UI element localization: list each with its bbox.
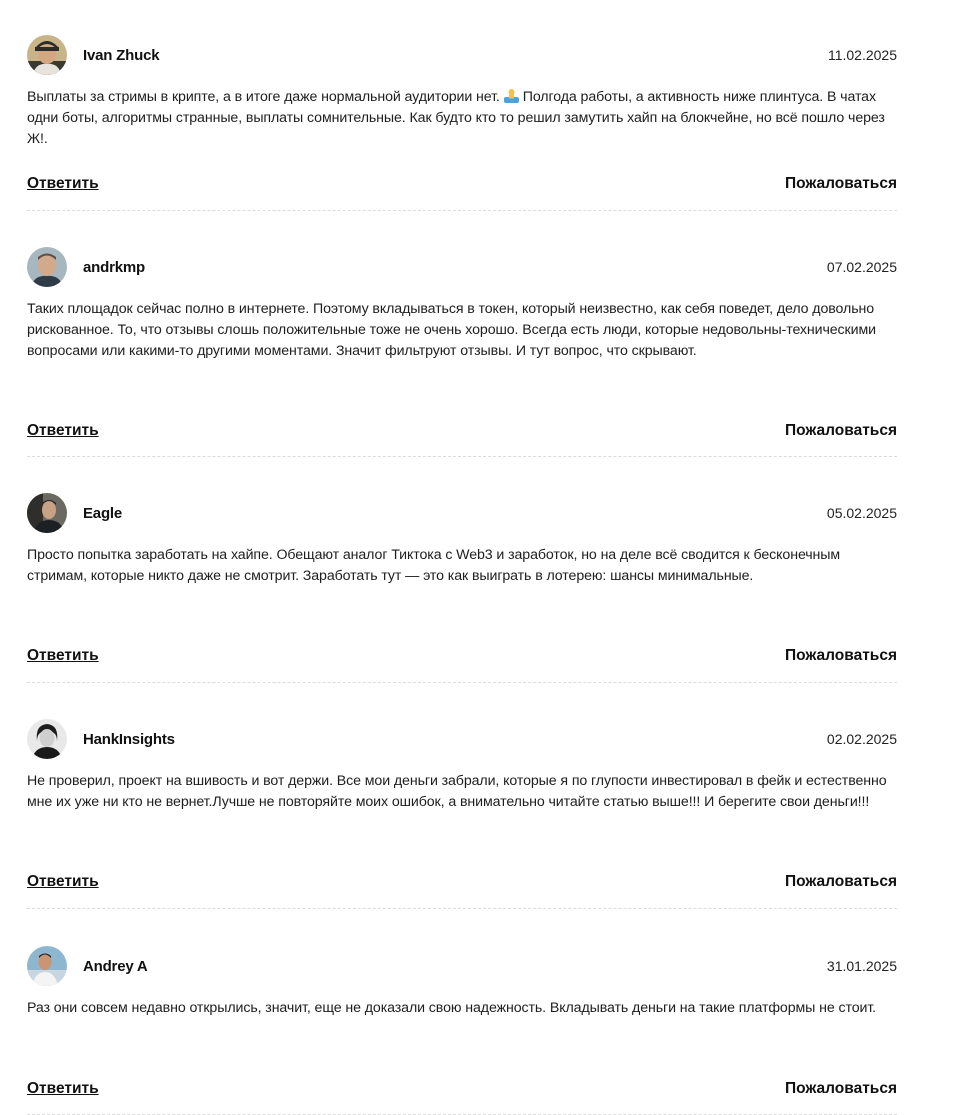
comment-text-part: Выплаты за стримы в крипте, а в итоге да…: [27, 89, 500, 105]
comment-header: andrkmp 07.02.2025: [27, 246, 897, 288]
avatar[interactable]: [27, 493, 67, 533]
comments-list: Ivan Zhuck 11.02.2025 Выплаты за стримы …: [27, 0, 897, 1115]
report-link[interactable]: Пожаловаться: [785, 175, 897, 193]
comment-header: HankInsights 02.02.2025: [27, 718, 897, 760]
reply-link[interactable]: Ответить: [27, 175, 99, 193]
comment-date: 11.02.2025: [827, 47, 897, 63]
comment-actions: Ответить Пожаловаться: [27, 420, 897, 442]
avatar[interactable]: [27, 35, 67, 75]
comment-header: Eagle 05.02.2025: [27, 492, 897, 534]
comment-date: 02.02.2025: [826, 731, 897, 747]
avatar[interactable]: [27, 247, 67, 287]
comment-author[interactable]: HankInsights: [83, 731, 175, 748]
comment-author[interactable]: Eagle: [83, 505, 122, 522]
comment-text: Таких площадок сейчас полно в интернете.…: [27, 301, 876, 359]
comment-actions: Ответить Пожаловаться: [27, 1078, 897, 1100]
comment-header: Ivan Zhuck 11.02.2025: [27, 34, 897, 76]
report-link[interactable]: Пожаловаться: [785, 647, 897, 665]
report-link[interactable]: Пожаловаться: [785, 422, 897, 440]
avatar[interactable]: [27, 946, 67, 986]
person-in-water-emoji-icon: [503, 88, 519, 103]
reply-link[interactable]: Ответить: [27, 422, 99, 440]
comment-item: Eagle 05.02.2025 Просто попытка заработа…: [27, 492, 897, 683]
comment-date: 05.02.2025: [826, 505, 897, 521]
comment-author[interactable]: Andrey A: [83, 958, 148, 975]
comment-date: 31.01.2025: [826, 958, 897, 974]
comment-item: HankInsights 02.02.2025 Не проверил, про…: [27, 718, 897, 909]
comment-text: Раз они совсем недавно открылись, значит…: [27, 1000, 876, 1016]
comment-text: Не проверил, проект на вшивость и вот де…: [27, 773, 887, 810]
comment-actions: Ответить Пожаловаться: [27, 173, 897, 195]
comment-author[interactable]: andrkmp: [83, 259, 145, 276]
comment-text: Выплаты за стримы в крипте, а в итоге да…: [27, 87, 897, 150]
comment-header: Andrey A 31.01.2025: [27, 945, 897, 987]
comment-actions: Ответить Пожаловаться: [27, 871, 897, 893]
comment-date: 07.02.2025: [826, 259, 897, 275]
avatar[interactable]: [27, 719, 67, 759]
reply-link[interactable]: Ответить: [27, 873, 99, 891]
comment-author[interactable]: Ivan Zhuck: [83, 47, 160, 64]
report-link[interactable]: Пожаловаться: [785, 1080, 897, 1098]
comment-text: Просто попытка заработать на хайпе. Обещ…: [27, 547, 841, 584]
comment-item: Ivan Zhuck 11.02.2025 Выплаты за стримы …: [27, 34, 897, 211]
reply-link[interactable]: Ответить: [27, 1080, 99, 1098]
comment-item: andrkmp 07.02.2025 Таких площадок сейчас…: [27, 246, 897, 457]
reply-link[interactable]: Ответить: [27, 647, 99, 665]
comment-item: Andrey A 31.01.2025 Раз они совсем недав…: [27, 945, 897, 1115]
report-link[interactable]: Пожаловаться: [785, 873, 897, 891]
comment-actions: Ответить Пожаловаться: [27, 645, 897, 667]
